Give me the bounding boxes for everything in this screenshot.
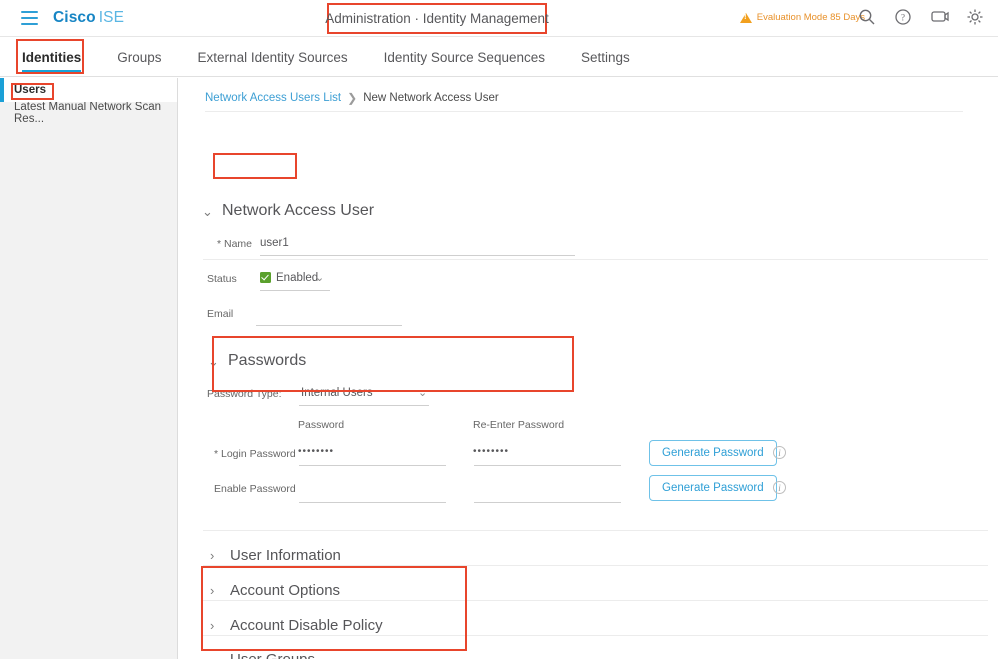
column-header-password: Password <box>298 419 345 431</box>
email-field-label: Email <box>207 308 234 320</box>
section-title-user-information: User Information <box>230 547 341 564</box>
info-icon-login-password[interactable]: i <box>773 446 786 459</box>
name-field-label: * Name <box>217 238 253 250</box>
gear-icon[interactable] <box>966 8 984 26</box>
generate-password-button-login[interactable]: Generate Password <box>649 440 777 466</box>
sidebar-item-users-label: Users <box>14 84 46 96</box>
primary-tab-bar: Identities Groups External Identity Sour… <box>0 37 998 77</box>
brand-cisco: Cisco <box>53 9 96 26</box>
sidebar-item-latest-scan-label: Latest Manual Network Scan Res... <box>14 101 162 125</box>
chevron-down-icon-passwords: ⌄ <box>208 353 219 369</box>
main-content: Network Access Users List ❯ New Network … <box>178 78 998 659</box>
section-header-account-disable-policy[interactable]: › Account Disable Policy <box>210 617 383 634</box>
column-header-reenter-password: Re-Enter Password <box>473 419 565 431</box>
status-field-label: Status <box>207 273 237 285</box>
login-password-underline <box>299 465 446 466</box>
status-field-underline <box>260 290 330 291</box>
email-field-underline[interactable] <box>256 325 402 326</box>
generate-password-button-enable[interactable]: Generate Password <box>649 475 777 501</box>
tab-external-identity-sources[interactable]: External Identity Sources <box>198 37 348 77</box>
breadcrumb-current: New Network Access User <box>363 92 499 104</box>
status-field-value: Enabled <box>276 272 319 284</box>
section-title-account-disable-policy: Account Disable Policy <box>230 617 383 634</box>
tab-identities[interactable]: Identities <box>22 37 82 77</box>
section-title-passwords: Passwords <box>228 352 307 369</box>
sidebar-item-users[interactable]: Users <box>0 78 177 102</box>
page-title: Administration · Identity Management <box>325 11 549 26</box>
login-password-label: * Login Password <box>214 448 296 460</box>
page-title-highlight: Administration · Identity Management <box>325 3 549 34</box>
chevron-down-icon: ⌄ <box>202 203 213 219</box>
top-navigation-bar: Cisco ISE Administration · Identity Manag… <box>0 0 998 37</box>
info-icon-enable-password[interactable]: i <box>773 481 786 494</box>
menu-icon[interactable] <box>21 11 38 25</box>
svg-text:?: ? <box>901 13 905 23</box>
section-header-passwords[interactable]: ⌄ Passwords <box>208 352 306 370</box>
password-type-underline <box>299 405 429 406</box>
tab-groups[interactable]: Groups <box>117 37 161 77</box>
breadcrumb-divider <box>205 111 963 112</box>
evaluation-mode-notice: Evaluation Mode 85 Days <box>739 12 865 23</box>
section-header-user-information[interactable]: › User Information <box>210 547 341 564</box>
search-icon[interactable] <box>858 8 876 26</box>
section-header-user-groups[interactable]: ⌄ User Groups <box>210 651 315 659</box>
name-field-value[interactable]: user1 <box>260 237 289 249</box>
brand-ise: ISE <box>98 9 125 26</box>
login-password-value[interactable]: •••••••• <box>298 446 334 457</box>
tab-settings[interactable]: Settings <box>581 37 630 77</box>
divider-network-access-user <box>203 259 988 260</box>
tab-identity-source-sequences[interactable]: Identity Source Sequences <box>384 37 545 77</box>
breadcrumb-separator-icon: ❯ <box>347 91 358 105</box>
divider-user-information <box>203 565 988 566</box>
feedback-icon[interactable] <box>930 8 949 26</box>
status-enabled-checkbox[interactable] <box>260 272 271 283</box>
top-icon-group: ? <box>858 8 984 26</box>
evaluation-mode-text: Evaluation Mode 85 Days <box>756 12 865 23</box>
tab-list: Identities Groups External Identity Sour… <box>22 37 666 77</box>
login-password-reenter-underline <box>474 465 621 466</box>
ise-admin-page: Cisco ISE Administration · Identity Manag… <box>0 0 998 659</box>
password-type-value[interactable]: Internal Users <box>301 387 373 399</box>
chevron-right-icon-user-information: › <box>210 548 215 563</box>
chevron-right-icon-account-disable-policy: › <box>210 618 215 633</box>
cisco-ise-logo: Cisco ISE <box>53 9 124 27</box>
status-dropdown-chevron-down-icon[interactable]: ⌄ <box>315 273 324 284</box>
enable-password-reenter-underline[interactable] <box>474 502 621 503</box>
breadcrumb: Network Access Users List ❯ New Network … <box>205 91 499 105</box>
login-password-reenter-value[interactable]: •••••••• <box>473 446 509 457</box>
password-type-chevron-down-icon[interactable]: ⌄ <box>418 388 427 399</box>
password-type-label: Password Type: <box>207 388 282 400</box>
section-title-network-access-user: Network Access User <box>222 202 375 219</box>
chevron-down-icon-user-groups: ⌄ <box>210 651 221 659</box>
section-title-user-groups: User Groups <box>230 651 315 659</box>
sidebar-item-latest-manual-network-scan-results[interactable]: Latest Manual Network Scan Res... <box>0 101 177 125</box>
enable-password-label: Enable Password <box>214 483 296 495</box>
section-header-network-access-user[interactable]: ⌄ Network Access User <box>202 202 374 220</box>
warning-triangle-icon <box>739 12 752 23</box>
divider-account-disable-policy <box>203 635 988 636</box>
divider-passwords <box>203 530 988 531</box>
breadcrumb-link-network-access-users-list[interactable]: Network Access Users List <box>205 92 341 104</box>
enable-password-underline[interactable] <box>299 502 446 503</box>
left-sidebar: Users Latest Manual Network Scan Res... <box>0 78 178 659</box>
help-icon[interactable]: ? <box>894 8 912 26</box>
